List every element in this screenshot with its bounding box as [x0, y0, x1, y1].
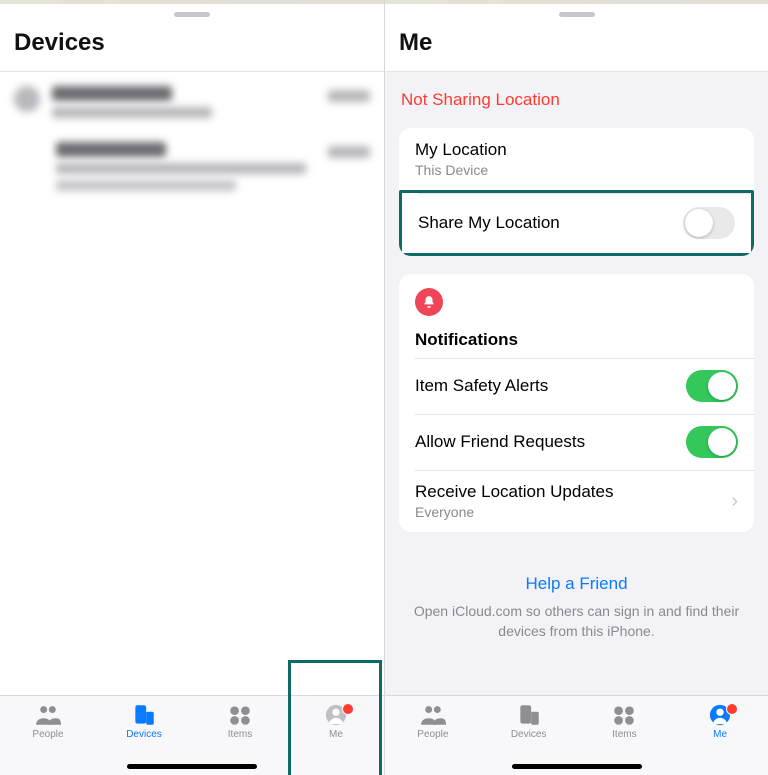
map-peek: [0, 0, 384, 4]
tab-people[interactable]: People: [385, 704, 481, 740]
friend-requests-cell: Allow Friend Requests: [399, 414, 754, 470]
device-distance-redacted: [328, 90, 370, 102]
item-safety-cell: Item Safety Alerts: [399, 358, 754, 414]
devices-icon: [131, 704, 157, 726]
tab-devices[interactable]: Devices: [481, 704, 577, 740]
tab-label: Me: [713, 729, 727, 740]
friend-requests-title: Allow Friend Requests: [415, 432, 686, 452]
device-row[interactable]: [0, 72, 384, 128]
my-location-title: My Location: [415, 140, 738, 160]
share-location-toggle[interactable]: [683, 207, 735, 239]
device-distance-redacted: [328, 146, 370, 158]
tab-devices[interactable]: Devices: [96, 704, 192, 740]
tab-label: Devices: [511, 729, 547, 740]
me-content: Not Sharing Location My Location This De…: [385, 72, 768, 695]
help-friend-sub: Open iCloud.com so others can sign in an…: [405, 602, 748, 641]
devices-title: Devices: [14, 29, 370, 57]
my-location-sub: This Device: [415, 162, 738, 178]
device-row[interactable]: [0, 128, 384, 201]
sharing-status: Not Sharing Location: [385, 72, 768, 128]
tab-people[interactable]: People: [0, 704, 96, 740]
receive-updates-cell[interactable]: Receive Location Updates Everyone ›: [399, 470, 754, 532]
tab-bar: People Devices Items Me: [0, 695, 384, 775]
people-icon: [420, 704, 446, 726]
home-indicator[interactable]: [512, 764, 642, 769]
sheet-grabber[interactable]: [559, 12, 595, 17]
devices-pane: Devices: [0, 0, 384, 775]
device-sub-redacted: [56, 180, 236, 191]
people-icon: [35, 704, 61, 726]
notifications-card: Notifications Item Safety Alerts Allow F…: [399, 274, 754, 532]
bell-icon: [415, 288, 443, 316]
devices-list: [0, 72, 384, 695]
devices-icon: [516, 704, 542, 726]
items-icon: [611, 704, 637, 726]
tab-label: Items: [612, 729, 636, 740]
notifications-heading: Notifications: [415, 330, 738, 350]
items-icon: [227, 704, 253, 726]
tab-label: People: [32, 729, 63, 740]
tab-me[interactable]: Me: [288, 704, 384, 740]
badge-dot: [726, 703, 738, 715]
me-title: Me: [399, 29, 754, 57]
share-location-cell: Share My Location: [399, 190, 754, 256]
tab-label: Items: [228, 729, 252, 740]
home-indicator[interactable]: [127, 764, 257, 769]
receive-updates-sub: Everyone: [415, 504, 731, 520]
sheet-grabber[interactable]: [174, 12, 210, 17]
badge-dot: [342, 703, 354, 715]
my-location-cell[interactable]: My Location This Device: [399, 128, 754, 190]
tab-label: Me: [329, 729, 343, 740]
tab-label: Devices: [126, 729, 162, 740]
device-sub-redacted: [56, 163, 306, 174]
help-friend-link[interactable]: Help a Friend: [525, 574, 627, 594]
device-name-redacted: [56, 142, 166, 157]
item-safety-toggle[interactable]: [686, 370, 738, 402]
chevron-right-icon: ›: [731, 491, 738, 511]
device-icon: [14, 86, 40, 112]
device-name-redacted: [52, 86, 172, 101]
share-location-title: Share My Location: [418, 213, 683, 233]
friend-requests-toggle[interactable]: [686, 426, 738, 458]
location-card: My Location This Device Share My Locatio…: [399, 128, 754, 256]
me-pane: Me Not Sharing Location My Location This…: [384, 0, 768, 775]
help-block: Help a Friend Open iCloud.com so others …: [385, 550, 768, 641]
tab-bar: People Devices Items Me: [385, 695, 768, 775]
tab-me[interactable]: Me: [672, 704, 768, 740]
tab-label: People: [417, 729, 448, 740]
item-safety-title: Item Safety Alerts: [415, 376, 686, 396]
device-sub-redacted: [52, 107, 212, 118]
receive-updates-title: Receive Location Updates: [415, 482, 731, 502]
tab-items[interactable]: Items: [577, 704, 673, 740]
tab-items[interactable]: Items: [192, 704, 288, 740]
map-peek: [385, 0, 768, 4]
